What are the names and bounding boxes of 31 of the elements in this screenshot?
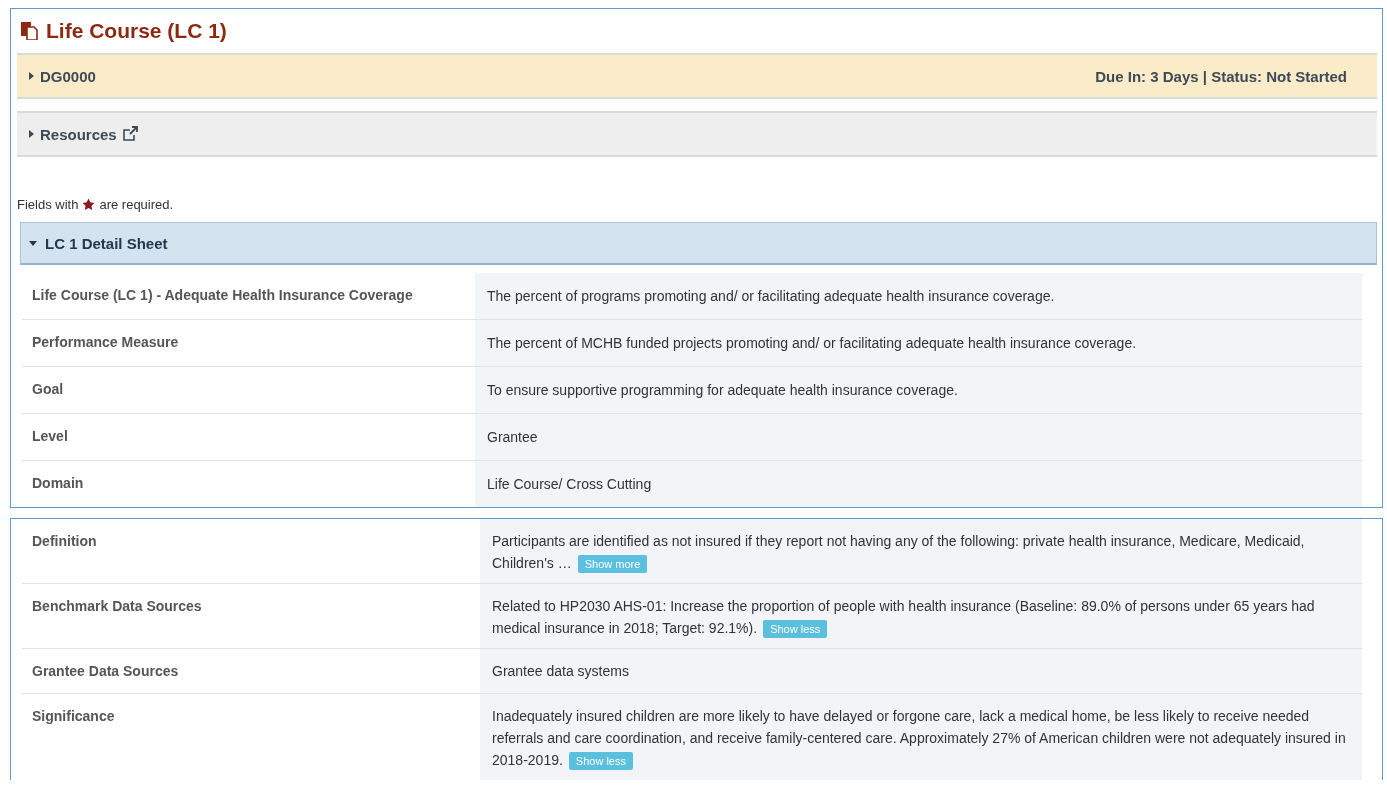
caret-icon	[29, 239, 37, 247]
submission-toggle[interactable]: DG0000	[27, 67, 96, 85]
document-icon	[21, 22, 38, 40]
field-value: Life Course/ Cross Cutting	[475, 461, 1362, 507]
field-value: Participants are identified as not insured if they report not having any of the following: private health insurance, Medicare, Medicaid, Children's … Show more	[480, 519, 1362, 583]
field-label: Life Course (LC 1) - Adequate Health Insurance Coverage	[31, 286, 414, 305]
section-header[interactable]: LC 1 Detail Sheet	[20, 222, 1377, 265]
external-link-icon	[121, 126, 139, 142]
field-value: Grantee	[475, 414, 1362, 460]
field-value: Grantee data systems	[480, 649, 1362, 693]
field-label: Level	[31, 427, 69, 446]
resources-toggle[interactable]: Resources	[27, 125, 139, 143]
field-value: Inadequately insured children are more likely to have delayed or forgone care, lack a medical home, be less likely to receive needed referrals and care coordination, and receive family-centered care. Approximately 27% of American children were not adequately insured in 2018-2019. Show less	[480, 694, 1362, 780]
field-value: The percent of programs promoting and/ or facilitating adequate health insurance coverage.	[475, 273, 1362, 319]
page-title: Life Course (LC 1)	[46, 19, 227, 43]
field-value: To ensure supportive programming for adequate health insurance coverage.	[475, 367, 1362, 413]
required-note: are required.	[99, 197, 174, 212]
required-note: Fields with	[17, 197, 79, 212]
star-icon	[82, 198, 96, 211]
field-value: The percent of MCHB funded projects promoting and/ or facilitating adequate health insurance coverage.	[475, 320, 1362, 366]
field-value: Related to HP2030 AHS-01: Increase the proportion of people with health insurance (Baseline: 89.0% of persons under 65 years had medical insurance in 2018; Target: 92.1%). Show less	[480, 584, 1362, 648]
caret-icon	[27, 130, 35, 138]
field-label: Grantee Data Sources	[31, 662, 180, 681]
field-label: Definition	[31, 532, 98, 551]
field-label: Goal	[31, 380, 65, 399]
field-label: Significance	[31, 707, 116, 726]
caret-icon	[27, 72, 35, 80]
status-text: Due In: 3 Days | Status: Not Started	[1095, 67, 1347, 85]
field-label: Domain	[31, 474, 85, 493]
field-label: Performance Measure	[31, 333, 180, 352]
field-label: Benchmark Data Sources	[31, 597, 203, 616]
